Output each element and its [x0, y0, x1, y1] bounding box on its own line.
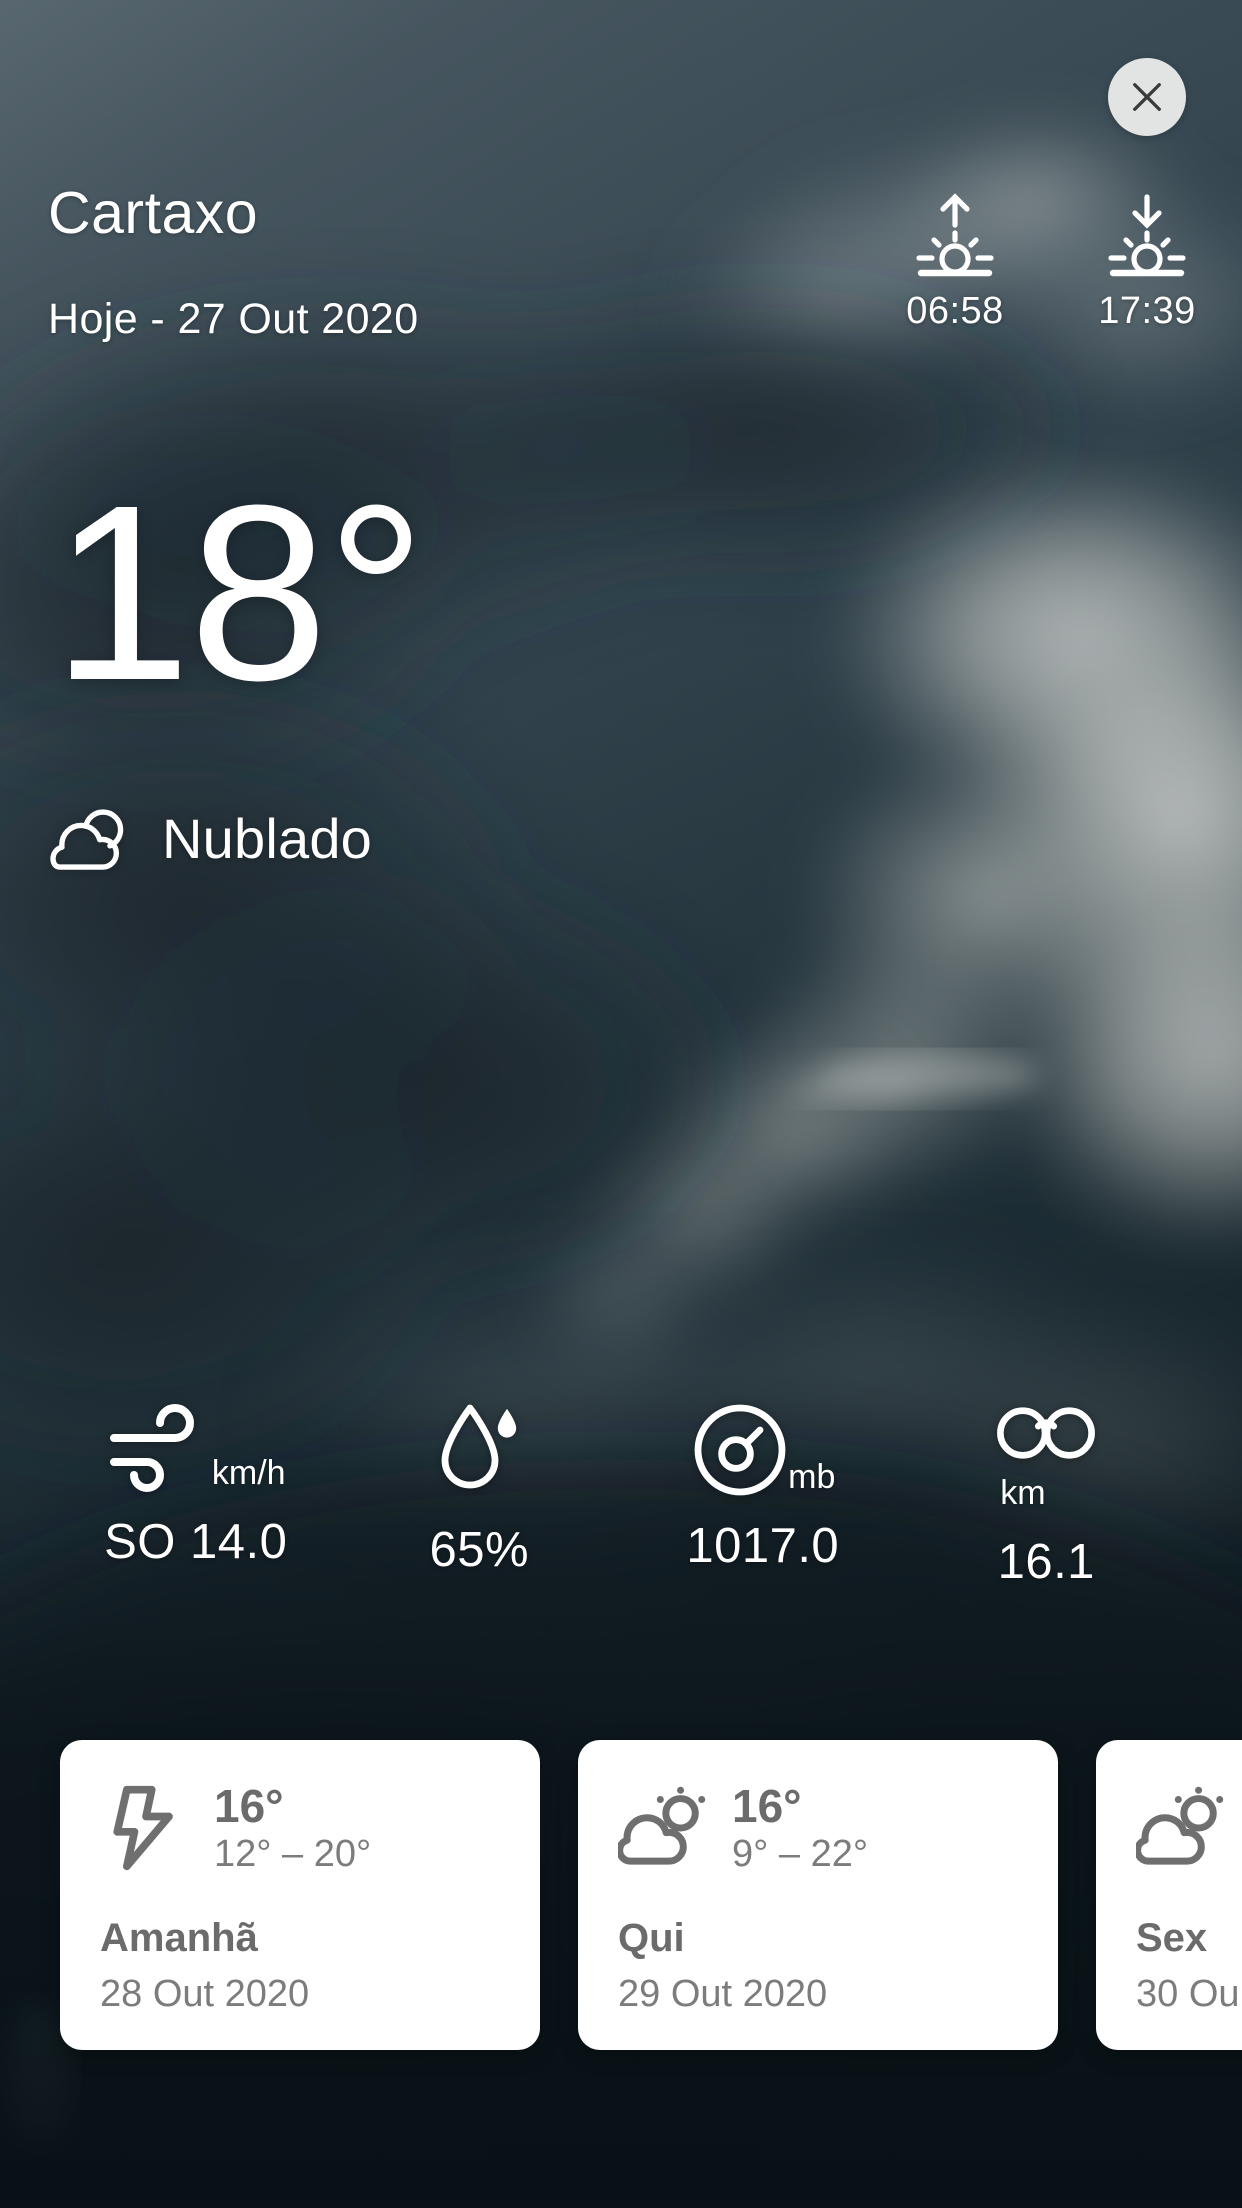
visibility-value: 16.1 — [997, 1535, 1095, 1589]
weather-detail-screen: Cartaxo Hoje - 27 Out 2020 06:58 17:39 1… — [0, 0, 1242, 2208]
thunderstorm-icon — [100, 1782, 192, 1874]
current-date: Hoje - 27 Out 2020 — [48, 295, 419, 343]
condition-label: Nublado — [162, 806, 373, 870]
forecast-card[interactable]: Sex 30 Ou — [1096, 1740, 1242, 2050]
metric-pressure-top: mb — [690, 1400, 835, 1500]
forecast-card-bottom: Amanhã 28 Out 2020 — [100, 1914, 500, 2016]
wind-unit: km/h — [211, 1454, 286, 1492]
cloudy-icon — [48, 800, 136, 876]
forecast-card-bottom: Sex 30 Ou — [1136, 1914, 1242, 2016]
metric-humidity-top — [438, 1400, 520, 1500]
forecast-card[interactable]: 16° 12° – 20° Amanhã 28 Out 2020 — [60, 1740, 540, 2050]
forecast-range: 9° – 22° — [732, 1833, 869, 1875]
forecast-card[interactable]: 16° 9° – 22° Qui 29 Out 2020 — [578, 1740, 1058, 2050]
gauge-icon — [690, 1400, 790, 1500]
forecast-card-bottom: Qui 29 Out 2020 — [618, 1914, 1018, 2016]
partly-cloudy-icon — [1136, 1782, 1228, 1874]
pressure-unit: mb — [788, 1458, 836, 1496]
metrics-row: km/h SO 14.0 65% mb 1017.0 km 16.1 — [0, 1400, 1242, 1590]
metric-pressure: mb 1017.0 — [621, 1400, 905, 1574]
sunrise-icon — [907, 190, 1003, 280]
visibility-unit: km — [1000, 1474, 1046, 1512]
sunset-time: 17:39 — [1098, 290, 1196, 332]
sunset-block: 17:39 — [1092, 190, 1202, 333]
forecast-day: Sex — [1136, 1916, 1208, 1961]
sunset-icon — [1099, 190, 1195, 280]
wind-value: SO 14.0 — [104, 1515, 288, 1569]
droplet-icon — [438, 1400, 522, 1500]
partly-cloudy-icon — [618, 1782, 710, 1874]
forecast-carousel[interactable]: 16° 12° – 20° Amanhã 28 Out 2020 16° 9° … — [60, 1740, 1242, 2050]
metric-humidity: 65% — [338, 1400, 622, 1578]
sunrise-time: 06:58 — [906, 290, 1004, 332]
metric-visibility: km 16.1 — [905, 1400, 1189, 1590]
metric-wind-top: km/h — [106, 1400, 286, 1496]
sun-times: 06:58 17:39 — [900, 190, 1202, 333]
forecast-card-top: 16° 12° – 20° — [100, 1782, 500, 1874]
forecast-day: Amanhã — [100, 1916, 258, 1961]
sunrise-block: 06:58 — [900, 190, 1010, 333]
forecast-date: 29 Out 2020 — [618, 1973, 828, 2016]
metric-wind: km/h SO 14.0 — [54, 1400, 338, 1570]
forecast-date: 28 Out 2020 — [100, 1973, 310, 2016]
forecast-day: Qui — [618, 1916, 685, 1961]
forecast-temp: 16° — [732, 1780, 802, 1832]
humidity-value: 65% — [429, 1523, 530, 1577]
close-icon — [1126, 76, 1168, 118]
forecast-card-top: 16° 9° – 22° — [618, 1782, 1018, 1874]
city-name: Cartaxo — [48, 180, 259, 246]
forecast-temps: 16° 9° – 22° — [732, 1783, 868, 1873]
close-button[interactable] — [1108, 58, 1186, 136]
wind-icon — [106, 1400, 214, 1496]
forecast-card-top — [1136, 1782, 1242, 1874]
pressure-value: 1017.0 — [686, 1519, 840, 1573]
forecast-range: 12° – 20° — [214, 1833, 372, 1875]
forecast-temp: 16° — [214, 1780, 284, 1832]
current-temperature: 18° — [52, 453, 426, 732]
current-condition: Nublado — [48, 800, 372, 876]
binoculars-icon — [994, 1400, 1098, 1466]
forecast-date: 30 Ou — [1136, 1973, 1240, 2016]
metric-visibility-top: km — [994, 1400, 1098, 1510]
forecast-temps: 16° 12° – 20° — [214, 1783, 371, 1873]
